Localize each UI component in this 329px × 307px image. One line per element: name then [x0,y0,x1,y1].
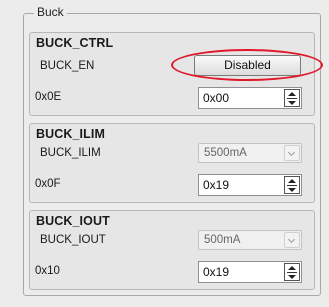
chevron-down-icon[interactable] [284,145,300,161]
buck-ctrl-value: 0x00 [203,91,230,105]
spin-down-arrow[interactable] [288,101,296,105]
buck-en-label: BUCK_EN [40,60,95,72]
spin-up-arrow[interactable] [288,92,296,96]
spin-divider [287,98,297,99]
buck-ilim-label: BUCK_ILIM [40,147,101,159]
buck-ilim-panel: BUCK_ILIM BUCK_ILIM 5500mA 0x0F 0x19 [29,123,315,203]
chevron-down-icon[interactable] [284,232,300,248]
buck-ilim-selected: 5500mA [204,147,247,159]
buck-ctrl-title: BUCK_CTRL [36,36,114,50]
buck-group-label: Buck [34,4,67,20]
up-down-arrows-icon[interactable] [284,89,300,107]
buck-ilim-value: 0x19 [203,178,230,192]
buck-ilim-select[interactable]: 5500mA [198,143,302,163]
spin-divider [287,272,297,273]
spin-up-arrow[interactable] [288,266,296,270]
buck-ctrl-panel: BUCK_CTRL BUCK_EN Disabled 0x0E 0x00 [29,32,323,116]
buck-ctrl-value-spinbox[interactable]: 0x00 [198,87,302,109]
up-down-arrows-icon[interactable] [284,263,300,281]
buck-iout-select[interactable]: 500mA [198,230,302,250]
buck-ilim-address: 0x0F [35,178,61,190]
buck-iout-value-spinbox[interactable]: 0x19 [198,261,302,283]
buck-ctrl-address: 0x0E [35,91,62,103]
spin-divider [287,185,297,186]
buck-iout-label: BUCK_IOUT [40,234,106,246]
buck-ilim-value-spinbox[interactable]: 0x19 [198,174,302,196]
buck-iout-panel: BUCK_IOUT BUCK_IOUT 500mA 0x10 0x19 [29,210,315,290]
buck-iout-value: 0x19 [203,265,230,279]
up-down-arrows-icon[interactable] [284,176,300,194]
buck-iout-address: 0x10 [35,265,60,277]
spin-down-arrow[interactable] [288,188,296,192]
buck-iout-title: BUCK_IOUT [36,214,110,228]
buck-iout-selected: 500mA [204,234,241,246]
spin-up-arrow[interactable] [288,179,296,183]
buck-en-toggle-button[interactable]: Disabled [194,55,301,76]
buck-ilim-title: BUCK_ILIM [36,127,105,141]
spin-down-arrow[interactable] [288,275,296,279]
